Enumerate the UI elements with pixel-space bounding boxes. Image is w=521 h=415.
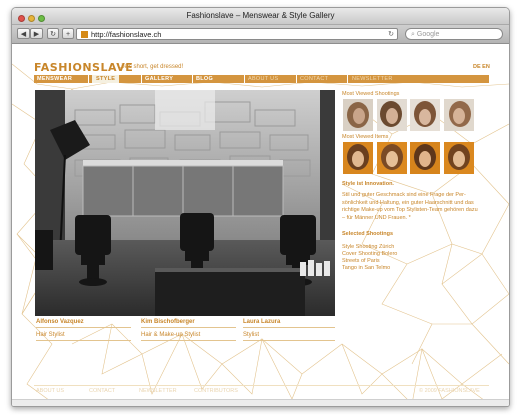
divider: [243, 327, 335, 328]
nav-separator: [192, 75, 193, 83]
forward-button[interactable]: ▶: [30, 28, 43, 39]
shooting-thumbnail-4[interactable]: [444, 99, 474, 131]
nav-item-contact[interactable]: CONTACT: [300, 75, 328, 83]
page-footer: ABOUT US CONTACT NEWSLETTER CONTRIBUTORS…: [34, 385, 489, 394]
nav-separator: [244, 75, 245, 83]
shooting-thumbnail-3[interactable]: [410, 99, 440, 131]
team-member-name-1[interactable]: Alfonso Vazquez: [36, 319, 84, 325]
shooting-thumbnail-1[interactable]: [343, 99, 373, 131]
forward-arrow-icon: ▶: [33, 31, 40, 38]
item-thumbnail-4[interactable]: [444, 142, 474, 174]
most-viewed-shootings-heading: Most Viewed Shootings: [342, 91, 400, 97]
web-page: FASHIONSLAVE Life's short, get dressed! …: [12, 44, 509, 406]
search-placeholder: Google: [416, 31, 440, 38]
most-viewed-items-heading: Most Viewed Items: [342, 134, 389, 140]
search-input[interactable]: ⌕ Google: [405, 28, 503, 40]
refresh-icon[interactable]: ↻: [388, 29, 394, 40]
divider: [141, 327, 236, 328]
close-window-button[interactable]: [18, 15, 25, 22]
new-tab-button[interactable]: +: [62, 28, 74, 39]
team-member-name-2[interactable]: Kim Bischofberger: [141, 319, 195, 325]
footer-link-about-us[interactable]: ABOUT US: [36, 388, 64, 394]
nav-item-style[interactable]: STYLE: [92, 75, 120, 83]
team-member-role-1: Hair Stylist: [36, 332, 65, 338]
salon-photo-image: [35, 90, 335, 316]
selected-shooting-link-2[interactable]: Cover Shooting Bolero: [342, 251, 397, 257]
reload-icon: ↻: [50, 31, 56, 38]
footer-link-contributors[interactable]: CONTRIBUTORS: [194, 388, 238, 394]
item-thumbnail-1[interactable]: [343, 142, 373, 174]
item-thumbnail-3[interactable]: [410, 142, 440, 174]
window-titlebar: Fashionslave – Menswear & Style Gallery: [12, 8, 509, 25]
nav-item-about-us[interactable]: ABOUT US: [248, 75, 278, 83]
style-heading: Style ist Innovation.: [342, 181, 394, 187]
site-slogan: Life's short, get dressed!: [118, 64, 184, 70]
divider: [141, 340, 236, 341]
team-member-role-3: Stylist: [243, 332, 260, 338]
footer-link-contact[interactable]: CONTACT: [89, 388, 115, 394]
back-arrow-icon: ◀: [20, 31, 27, 38]
divider: [243, 340, 335, 341]
team-member-role-2: Hair & Make-up Stylist: [141, 332, 201, 338]
footer-copyright: © 2009 FASHIONSLAVE: [419, 388, 480, 394]
zoom-window-button[interactable]: [38, 15, 45, 22]
minimize-window-button[interactable]: [28, 15, 35, 22]
selected-shooting-link-1[interactable]: Style Shooting Zürich: [342, 244, 394, 250]
nav-separator: [347, 75, 348, 83]
selected-shootings-heading: Selected Shootings: [342, 231, 394, 237]
selected-shooting-link-4[interactable]: Tango in San Telmo: [342, 265, 390, 271]
browser-toolbar: ◀ ▶ ↻ + http://fashionslave.ch ↻ ⌕ Googl…: [12, 25, 509, 44]
main-nav: MENSWEAR STYLE GALLERY BLOG ABOUT US CON…: [34, 75, 489, 83]
nav-item-blog[interactable]: BLOG: [196, 75, 213, 83]
address-url: http://fashionslave.ch: [91, 30, 162, 39]
divider: [36, 327, 131, 328]
team-member-name-3[interactable]: Laura Lazura: [243, 319, 280, 325]
address-bar[interactable]: http://fashionslave.ch ↻: [76, 28, 398, 40]
reload-button[interactable]: ↻: [47, 28, 59, 39]
language-switch[interactable]: DE EN: [473, 64, 490, 70]
back-button[interactable]: ◀: [17, 28, 30, 39]
nav-separator: [88, 75, 89, 83]
item-thumbnail-2[interactable]: [377, 142, 407, 174]
selected-shooting-link-3[interactable]: Streets of Paris: [342, 258, 380, 264]
window-title: Fashionslave – Menswear & Style Gallery: [186, 11, 335, 20]
nav-item-newsletter[interactable]: NEWSLETTER: [352, 75, 393, 83]
shooting-thumbnail-2[interactable]: [377, 99, 407, 131]
plus-icon: +: [65, 31, 71, 38]
nav-separator: [296, 75, 297, 83]
nav-item-menswear[interactable]: MENSWEAR: [37, 75, 72, 83]
nav-separator: [141, 75, 142, 83]
browser-window: Fashionslave – Menswear & Style Gallery …: [11, 7, 510, 407]
style-text: Stil und guter Geschmack sind eine Frage…: [342, 192, 478, 221]
salon-photo: [35, 90, 335, 316]
horizontal-scrollbar[interactable]: [12, 399, 509, 406]
footer-link-newsletter[interactable]: NEWSLETTER: [139, 388, 177, 394]
nav-item-gallery[interactable]: GALLERY: [145, 75, 173, 83]
divider: [36, 340, 131, 341]
favicon-icon: [81, 31, 88, 38]
